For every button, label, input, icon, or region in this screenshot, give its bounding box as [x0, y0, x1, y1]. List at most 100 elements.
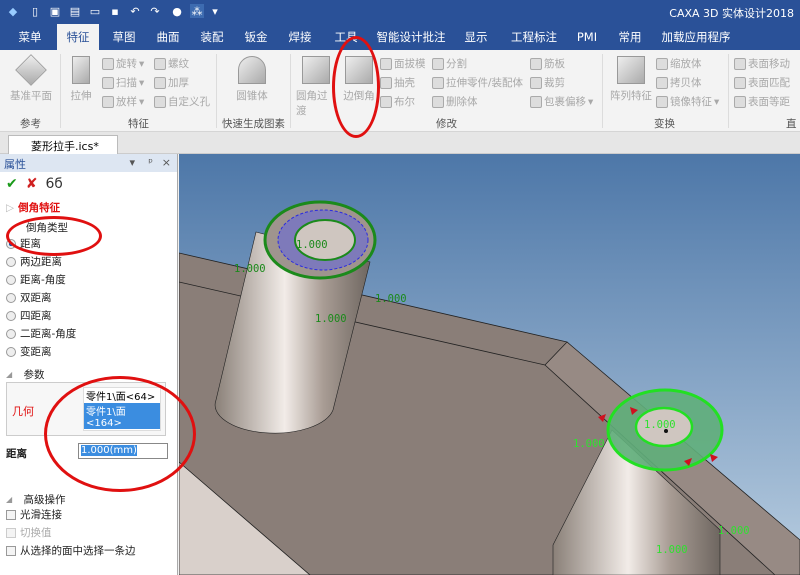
- revolve-button[interactable]: 旋转 ▾: [102, 56, 144, 71]
- surface-match-button[interactable]: 表面匹配: [734, 75, 790, 90]
- dim-label[interactable]: 1.000: [315, 313, 347, 325]
- datum-plane-button[interactable]: 基准平面: [8, 54, 54, 103]
- tab-sheetmetal[interactable]: 钣金: [236, 24, 276, 50]
- checkbox-smooth[interactable]: 光滑连接: [6, 507, 62, 522]
- collapse-icon[interactable]: ◢: [6, 495, 12, 504]
- pattern-button[interactable]: 阵列特征: [608, 56, 654, 103]
- render-icon[interactable]: ●: [170, 4, 184, 18]
- wrap-offset-button[interactable]: 包裹偏移 ▾: [530, 94, 593, 109]
- shell-icon: [380, 76, 392, 89]
- copy-body-button[interactable]: 拷贝体: [656, 75, 702, 90]
- stretch-button[interactable]: 拉伸零件/装配体: [432, 75, 523, 90]
- tab-welding[interactable]: 焊接: [280, 24, 320, 50]
- document-tabs: 菱形拉手.ics* ×: [0, 132, 800, 167]
- radio-two-distance-angle[interactable]: 二距离-角度: [6, 326, 76, 341]
- tab-pmi[interactable]: PMI: [570, 24, 604, 50]
- expand-icon[interactable]: ▷: [6, 202, 14, 214]
- loft-button[interactable]: 放样 ▾: [102, 94, 144, 109]
- radio-four-distance[interactable]: 四距离: [6, 308, 52, 323]
- pin-icon[interactable]: ᵖ: [148, 156, 153, 169]
- collapse-icon[interactable]: ◢: [6, 370, 12, 379]
- split-icon: [432, 57, 444, 70]
- separator: [216, 54, 217, 128]
- tab-menu[interactable]: 菜单: [8, 24, 52, 50]
- delete-body-button[interactable]: 删除体: [432, 94, 478, 109]
- tab-assembly[interactable]: 装配: [192, 24, 232, 50]
- scale-body-button[interactable]: 缩放体: [656, 56, 702, 71]
- tab-common[interactable]: 常用: [612, 24, 648, 50]
- ok-check-icon[interactable]: ✔: [6, 176, 18, 192]
- annotation-circle: [6, 216, 102, 256]
- tab-addins[interactable]: 加载应用程序: [656, 24, 736, 50]
- trim-button[interactable]: 裁剪: [530, 75, 565, 90]
- thread-button[interactable]: 螺纹: [154, 56, 189, 71]
- separator: [602, 54, 603, 128]
- group-reference: 参考: [20, 118, 41, 130]
- dropdown-icon[interactable]: ▾: [208, 4, 222, 18]
- new-drawing-icon[interactable]: ▣: [48, 4, 62, 18]
- fillet-icon: [302, 56, 330, 84]
- thicken-button[interactable]: 加厚: [154, 75, 189, 90]
- open-icon[interactable]: ▭: [88, 4, 102, 18]
- sweep-button[interactable]: 扫描 ▾: [102, 75, 144, 90]
- thicken-icon: [154, 76, 166, 89]
- delete-body-icon: [432, 95, 444, 108]
- sweep-icon: [102, 76, 114, 89]
- custom-hole-button[interactable]: 自定义孔: [154, 94, 210, 109]
- dim-label[interactable]: 1.000: [573, 438, 605, 450]
- new-icon[interactable]: ▯: [28, 4, 42, 18]
- shell-button[interactable]: 抽壳: [380, 75, 415, 90]
- fillet-button[interactable]: 圆角过渡: [296, 56, 336, 118]
- draft-button[interactable]: 面拔模: [380, 56, 426, 71]
- dim-label[interactable]: 1.000: [296, 239, 328, 251]
- tab-smart-design[interactable]: 智能设计批注: [372, 24, 450, 50]
- wrap-offset-icon: [530, 95, 542, 108]
- radio-double-distance[interactable]: 双距离: [6, 290, 52, 305]
- tab-surface[interactable]: 曲面: [148, 24, 188, 50]
- cancel-x-icon[interactable]: ✘: [26, 176, 38, 192]
- tab-sketch[interactable]: 草图: [104, 24, 144, 50]
- save-icon[interactable]: ▪: [108, 4, 122, 18]
- feature-title: ▷ 倒角特征: [6, 201, 61, 215]
- template-icon[interactable]: ▤: [68, 4, 82, 18]
- undo-icon[interactable]: ↶: [128, 4, 142, 18]
- ribbon-tabs: 菜单 特征 草图 曲面 装配 钣金 焊接 工具 智能设计批注 显示 工程标注 P…: [0, 24, 800, 50]
- dim-label[interactable]: 1.000: [718, 525, 750, 537]
- ribbon: 基准平面 参考 拉伸 旋转 ▾ 扫描 ▾ 放样 ▾ 螺纹 加厚 自定义孔 特征 …: [0, 50, 800, 145]
- redo-icon[interactable]: ↷: [148, 4, 162, 18]
- panel-menu-icon[interactable]: ▾: [129, 156, 135, 169]
- properties-panel: 属性 ▾ ᵖ × ✔ ✘ 6ϭ ▷ 倒角特征 倒角类型 距离 两边距离 距离-角…: [0, 154, 178, 575]
- panel-close-icon[interactable]: ×: [162, 156, 171, 169]
- 3d-viewport[interactable]: 1.000 1.000 1.000 1.000 1.000 1.000 1.00…: [179, 154, 800, 575]
- design-tree-icon[interactable]: ⁂: [190, 4, 204, 18]
- surface-match-icon: [734, 76, 746, 89]
- dim-label[interactable]: 1.000: [656, 544, 688, 556]
- surface-move-button[interactable]: 表面移动: [734, 56, 790, 71]
- radio-variable-distance[interactable]: 变距离: [6, 344, 52, 359]
- radio-distance-angle[interactable]: 距离-角度: [6, 272, 66, 287]
- extrude-button[interactable]: 拉伸: [66, 56, 96, 103]
- tab-annotation[interactable]: 工程标注: [506, 24, 562, 50]
- model-view[interactable]: 1.000 1.000 1.000 1.000 1.000 1.000 1.00…: [179, 154, 800, 575]
- checkbox-toggle-value[interactable]: 切换值: [6, 525, 52, 540]
- cone-button[interactable]: 圆锥体: [232, 56, 272, 103]
- rib-button[interactable]: 筋板: [530, 56, 565, 71]
- tab-display[interactable]: 显示: [458, 24, 494, 50]
- mirror-button[interactable]: 镜像特征 ▾: [656, 94, 719, 109]
- title-bar: ◆ ▯ ▣ ▤ ▭ ▪ ↶ ↷ ● ⁂ ▾ CAXA 3D 实体设计2018: [0, 0, 800, 24]
- group-quick: 快速生成图素: [222, 118, 285, 130]
- surface-offset-button[interactable]: 表面等距: [734, 94, 790, 109]
- boolean-button[interactable]: 布尔: [380, 94, 415, 109]
- group-feature: 特征: [128, 118, 149, 130]
- revolve-icon: [102, 57, 114, 70]
- preview-glasses-icon[interactable]: 6ϭ: [45, 176, 62, 192]
- logo-icon: ◆: [8, 4, 18, 18]
- dim-label[interactable]: 1.000: [644, 419, 676, 431]
- radio-two-side-distance[interactable]: 两边距离: [6, 254, 62, 269]
- tab-feature[interactable]: 特征: [57, 24, 99, 50]
- document-tab[interactable]: 菱形拉手.ics* ×: [8, 135, 118, 167]
- checkbox-select-edge[interactable]: 从选择的面中选择一条边: [6, 543, 136, 558]
- dim-label[interactable]: 1.000: [234, 263, 266, 275]
- split-button[interactable]: 分割: [432, 56, 467, 71]
- dim-label[interactable]: 1.000: [375, 293, 407, 305]
